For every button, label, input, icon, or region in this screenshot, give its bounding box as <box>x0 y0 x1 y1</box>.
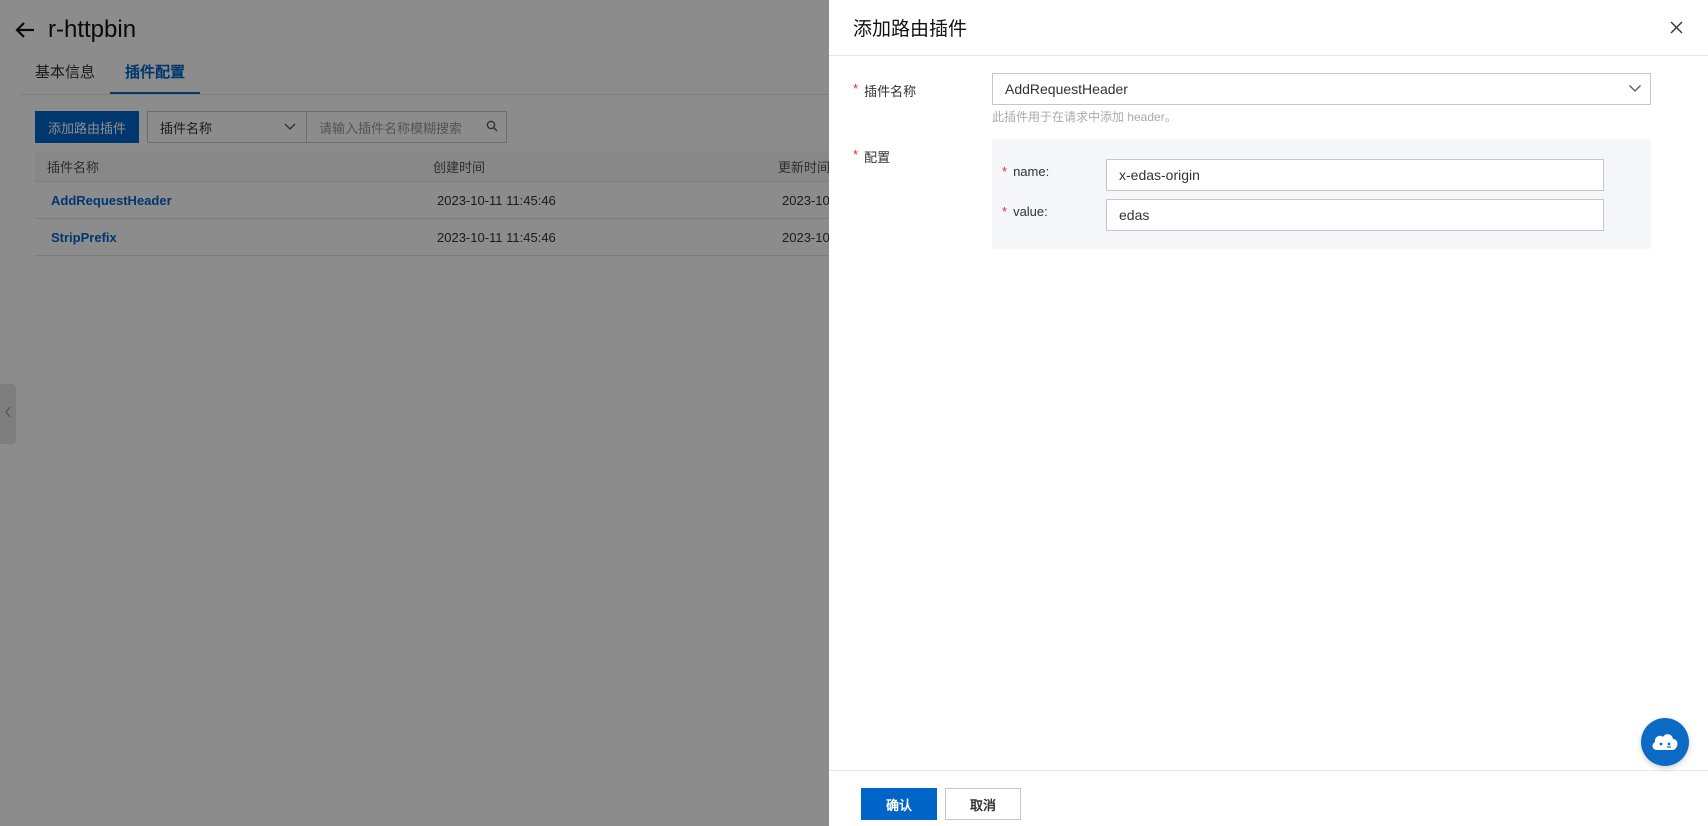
config-panel: * name: x-edas-origin * value: edas <box>992 139 1651 249</box>
plugin-name-label: * 插件名称 <box>853 81 992 100</box>
confirm-button[interactable]: 确认 <box>861 788 937 820</box>
config-value-label-text: value: <box>1013 204 1048 219</box>
plugin-help-text: 此插件用于在请求中添加 header。 <box>992 110 1177 124</box>
cancel-button[interactable]: 取消 <box>945 788 1021 820</box>
drawer-title: 添加路由插件 <box>853 19 968 40</box>
plugin-name-row: * 插件名称 <box>853 81 992 100</box>
config-value-label: * value: <box>1002 204 1048 219</box>
plugin-select-value: AddRequestHeader <box>1005 81 1128 97</box>
chevron-down-icon <box>1628 81 1642 98</box>
required-mark: * <box>853 147 859 162</box>
plugin-name-select[interactable]: AddRequestHeader <box>992 73 1651 105</box>
config-value-input[interactable]: edas <box>1106 199 1604 231</box>
required-mark: * <box>1002 164 1008 179</box>
plugin-name-label-text: 插件名称 <box>864 84 917 99</box>
close-icon[interactable] <box>1668 20 1684 36</box>
required-mark: * <box>853 81 859 96</box>
config-label: * 配置 <box>853 147 992 166</box>
config-name-label: * name: <box>1002 164 1049 179</box>
cloud-assistant-icon[interactable] <box>1641 718 1689 766</box>
add-plugin-drawer: 添加路由插件 * 插件名称 AddRequestHeader 此插件用于在请求中… <box>829 0 1708 826</box>
config-row: * 配置 <box>853 147 992 166</box>
drawer-header: 添加路由插件 <box>829 0 1708 56</box>
config-label-text: 配置 <box>864 150 891 165</box>
required-mark: * <box>1002 204 1008 219</box>
drawer-footer: 确认 取消 <box>829 770 1708 826</box>
config-name-label-text: name: <box>1013 164 1050 179</box>
config-name-input[interactable]: x-edas-origin <box>1106 159 1604 191</box>
